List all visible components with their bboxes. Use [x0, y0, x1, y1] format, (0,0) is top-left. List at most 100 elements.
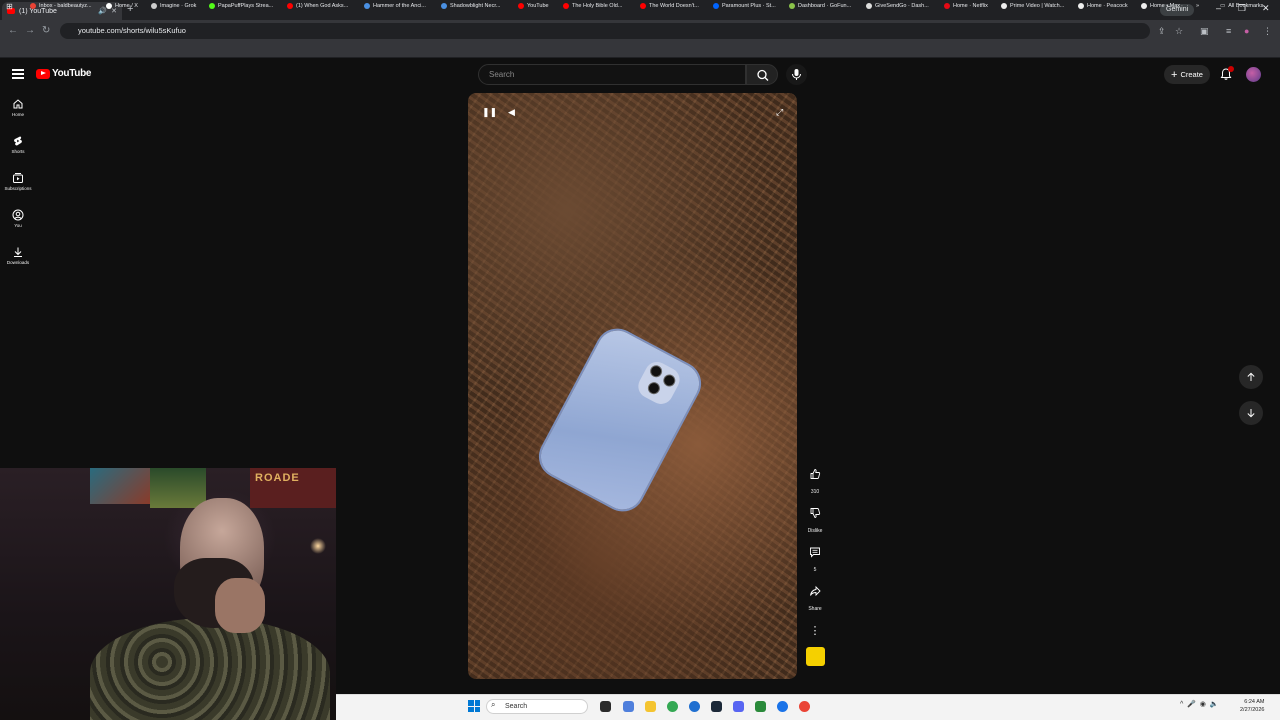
system-tray[interactable]: ^ 🎤 ◉ 🔈	[1180, 700, 1219, 708]
bookmark-favicon-icon	[713, 3, 719, 9]
sidebar-item-subscriptions[interactable]: Subscriptions	[0, 172, 36, 191]
shorts-icon	[14, 136, 22, 146]
thumbs-up-icon	[810, 469, 821, 479]
bookmarks-bar	[0, 42, 1280, 58]
bookmark-label: Inbox - baldbeautyz...	[39, 3, 92, 9]
bookmark-item[interactable]: GiveSendGo · Dash...	[866, 3, 929, 9]
wall-poster	[150, 468, 206, 508]
bookmark-label: Shadowblight Necr...	[450, 3, 501, 9]
windows-start-icon[interactable]	[468, 700, 480, 712]
youtube-logo[interactable]: YouTube	[36, 68, 92, 79]
hamburger-menu-icon[interactable]	[12, 69, 24, 79]
comments-button[interactable]: 5	[802, 540, 828, 573]
discord-icon[interactable]	[733, 701, 744, 712]
share-label: Share	[808, 606, 822, 612]
bookmark-label: Hammer of the Anci...	[373, 3, 426, 9]
search-input[interactable]: Search	[478, 64, 746, 85]
subscriptions-icon	[13, 173, 23, 183]
next-short-button[interactable]	[1239, 401, 1263, 425]
sidebar-item-shorts[interactable]: Shorts	[0, 135, 36, 154]
pause-icon[interactable]: ❚❚	[482, 107, 497, 118]
bookmark-favicon-icon	[30, 3, 36, 9]
url-input[interactable]: youtube.com/shorts/wilu5sKufuo	[60, 23, 1150, 39]
thumbs-down-icon	[810, 508, 821, 518]
media-icon[interactable]: ≡	[1226, 26, 1231, 36]
sidebar-item-you[interactable]: You	[0, 209, 36, 228]
downloads-icon	[14, 247, 22, 257]
sidebar-item-label: Downloads	[6, 260, 30, 265]
chrome-icon[interactable]	[667, 701, 678, 712]
bookmark-item[interactable]: Paramount Plus · St...	[713, 3, 776, 9]
bookmark-favicon-icon	[151, 3, 157, 9]
bookmark-star-icon[interactable]: ☆	[1175, 26, 1183, 37]
bookmark-label: YouTube	[527, 3, 549, 9]
search-button[interactable]	[746, 64, 778, 85]
more-bookmarks-icon[interactable]: »	[1196, 3, 1199, 9]
copilot-icon[interactable]	[623, 701, 634, 712]
share-button[interactable]: Share	[802, 579, 828, 612]
sidebar-item-home[interactable]: Home	[0, 98, 36, 117]
like-button[interactable]: 310	[802, 462, 828, 495]
more-actions-button[interactable]: ⋮	[802, 618, 828, 642]
back-arrow-icon[interactable]: ←	[8, 25, 18, 36]
task-view-icon[interactable]	[600, 701, 611, 712]
apps-grid-icon[interactable]: ⊞	[6, 2, 13, 11]
account-avatar[interactable]	[1246, 67, 1261, 82]
file-explorer-icon[interactable]	[645, 701, 656, 712]
dislike-button[interactable]: Dislike	[802, 501, 828, 534]
bookmark-item[interactable]: Prime Video | Watch...	[1001, 3, 1064, 9]
browser-icon[interactable]	[777, 701, 788, 712]
bookmark-item[interactable]: Hammer of the Anci...	[364, 3, 426, 9]
bookmark-item[interactable]: PapaPuffPlays Strea...	[209, 3, 273, 9]
home-icon	[13, 99, 23, 109]
bookmark-favicon-icon	[1001, 3, 1007, 9]
edge-icon[interactable]	[689, 701, 700, 712]
like-count: 310	[810, 489, 820, 495]
all-bookmarks-label: All Bookmarks	[1228, 3, 1264, 9]
bookmark-label: Imagine · Grok	[160, 3, 197, 9]
fullscreen-icon[interactable]: ⤢	[776, 107, 783, 118]
create-button[interactable]: + Create	[1164, 65, 1210, 84]
taskbar-clock[interactable]: 6:24 AM 2/27/2026	[1240, 698, 1264, 714]
bookmark-item[interactable]: The World Doesn't...	[640, 3, 699, 9]
chrome-active-icon[interactable]	[799, 701, 810, 712]
bookmark-favicon-icon	[944, 3, 950, 9]
bookmark-label: The World Doesn't...	[649, 3, 699, 9]
extensions-icon[interactable]: ▣	[1200, 26, 1209, 37]
bookmark-item[interactable]: Dashboard · GoFun...	[789, 3, 851, 9]
bookmark-item[interactable]: (1) When God Asks...	[287, 3, 348, 9]
bookmark-item[interactable]: Home / X	[106, 3, 138, 9]
previous-short-button[interactable]	[1239, 365, 1263, 389]
bookmark-item[interactable]: Home · Netflix	[944, 3, 988, 9]
create-label: Create	[1180, 70, 1203, 79]
install-icon[interactable]: ⇪	[1158, 26, 1166, 37]
comment-count: 5	[813, 567, 817, 573]
plus-icon: +	[1171, 68, 1178, 81]
bookmark-item[interactable]: Imagine · Grok	[151, 3, 196, 9]
youtube-logo-text: YouTube	[52, 68, 92, 79]
reload-icon[interactable]: ↻	[42, 25, 50, 36]
comment-icon	[810, 547, 820, 558]
voice-search-button[interactable]	[786, 64, 807, 85]
bookmark-favicon-icon	[518, 3, 524, 9]
bookmark-item[interactable]: YouTube	[518, 3, 549, 9]
profile-icon[interactable]: ●	[1244, 26, 1249, 36]
bookmark-favicon-icon	[866, 3, 872, 9]
app-icon[interactable]	[755, 701, 766, 712]
steam-icon[interactable]	[711, 701, 722, 712]
taskbar-search-label: Search	[505, 703, 528, 710]
bookmark-item[interactable]: Home • Max	[1141, 3, 1180, 9]
sidebar-item-downloads[interactable]: Downloads	[0, 246, 36, 265]
bookmark-item[interactable]: Shadowblight Necr...	[441, 3, 500, 9]
bookmark-favicon-icon	[209, 3, 215, 9]
bookmark-item[interactable]: Inbox - baldbeautyz...	[30, 3, 92, 9]
bookmark-item[interactable]: The Holy Bible Old...	[563, 3, 622, 9]
forward-arrow-icon[interactable]: →	[25, 25, 35, 36]
browser-menu-icon[interactable]: ⋮	[1263, 26, 1272, 37]
taskbar-search-input[interactable]: Search	[486, 699, 588, 714]
volume-icon[interactable]: ◀	[508, 107, 515, 118]
channel-thumbnail[interactable]	[806, 647, 825, 666]
sidebar-item-label: You	[14, 223, 22, 228]
bookmark-item[interactable]: Home · Peacock	[1078, 3, 1128, 9]
all-bookmarks-button[interactable]: ▭ All Bookmarks	[1220, 3, 1263, 9]
